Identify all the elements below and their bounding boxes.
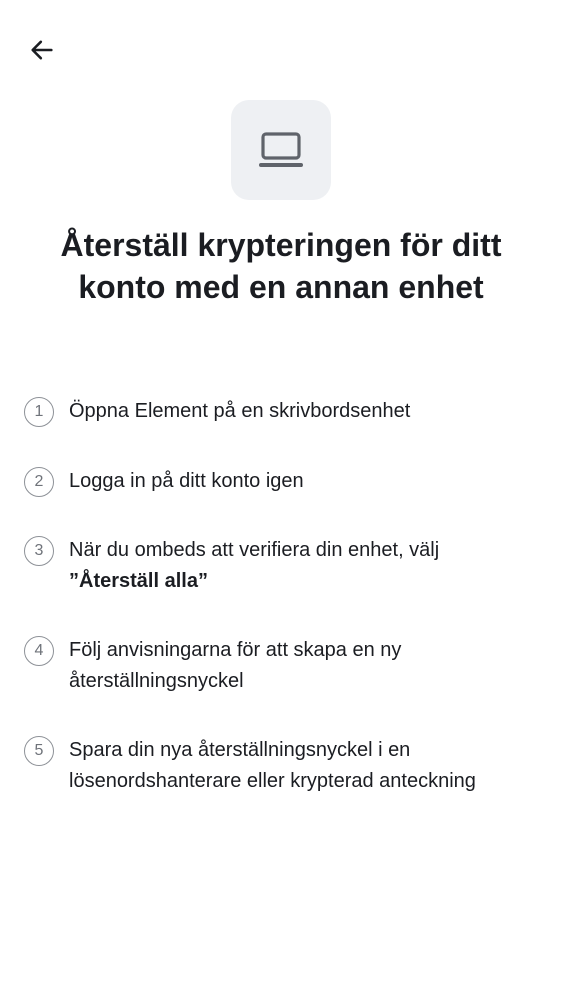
- step-text: När du ombeds att verifiera din enhet, v…: [69, 535, 539, 597]
- step-text-main: När du ombeds att verifiera din enhet, v…: [69, 539, 440, 561]
- step-number-badge: 5: [24, 736, 54, 766]
- step-number-badge: 3: [24, 536, 54, 566]
- step-number-badge: 2: [24, 467, 54, 497]
- step-number-badge: 1: [24, 397, 54, 427]
- steps-list: 1 Öppna Element på en skrivbordsenhet 2 …: [24, 396, 544, 797]
- back-button[interactable]: [20, 28, 64, 72]
- step-item-4: 4 Följ anvisningarna för att skapa en ny…: [24, 635, 544, 697]
- step-item-5: 5 Spara din nya återställningsnyckel i e…: [24, 735, 544, 797]
- step-item-3: 3 När du ombeds att verifiera din enhet,…: [24, 535, 544, 597]
- step-text: Logga in på ditt konto igen: [69, 470, 304, 492]
- step-text: Följ anvisningarna för att skapa en ny å…: [69, 639, 402, 692]
- arrow-left-icon: [31, 40, 53, 60]
- hero-icon-container: [231, 100, 331, 200]
- step-item-1: 1 Öppna Element på en skrivbordsenhet: [24, 396, 544, 427]
- step-number-badge: 4: [24, 636, 54, 666]
- step-text: Spara din nya återställningsnyckel i en …: [69, 739, 476, 792]
- laptop-icon: [259, 132, 303, 167]
- step-text: Öppna Element på en skrivbordsenhet: [69, 400, 411, 422]
- step-item-2: 2 Logga in på ditt konto igen: [24, 466, 544, 497]
- step-text-emphasis: ”Återställ alla”: [69, 570, 208, 592]
- page-title: Återställ krypteringen för ditt konto me…: [60, 227, 502, 305]
